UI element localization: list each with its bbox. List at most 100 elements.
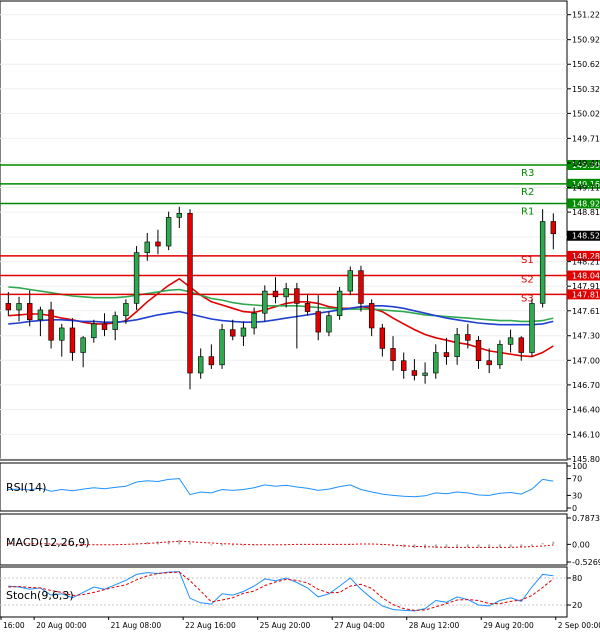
candle-body bbox=[59, 327, 65, 341]
support-name-label: S1 bbox=[521, 255, 534, 266]
y-tick-label: 151.225 bbox=[572, 11, 600, 20]
candle-body bbox=[219, 329, 225, 366]
y-tick-label: 150.620 bbox=[572, 60, 600, 69]
candle-body bbox=[304, 303, 311, 312]
candle-body bbox=[27, 303, 33, 321]
candle-body bbox=[294, 288, 300, 304]
stoch-y-tick-label: 80 bbox=[572, 574, 582, 583]
candle-body bbox=[272, 290, 279, 298]
candle-body bbox=[48, 309, 54, 341]
candle-body bbox=[101, 323, 108, 330]
candle-body bbox=[176, 213, 183, 218]
y-tick-label: 146.705 bbox=[572, 381, 600, 390]
y-tick-label: 150.320 bbox=[572, 85, 600, 94]
candle-body bbox=[230, 329, 236, 337]
x-tick-label: 2 Sep 00:00 bbox=[558, 621, 600, 630]
y-tick-label: 147.005 bbox=[572, 356, 600, 365]
candle-body bbox=[133, 252, 140, 304]
rsi-label: RSI(14) bbox=[6, 481, 46, 494]
candle-body bbox=[91, 323, 97, 339]
x-tick-label: 22 Aug 16:00 bbox=[185, 621, 236, 630]
rsi-y-tick-label: 70 bbox=[572, 475, 582, 484]
candle-body bbox=[37, 309, 44, 321]
candle-body bbox=[529, 303, 535, 353]
candle-body bbox=[401, 360, 407, 371]
y-tick-label: 150.020 bbox=[572, 109, 600, 118]
candle-body bbox=[443, 352, 450, 357]
y-tick-label: 149.115 bbox=[572, 184, 600, 193]
rsi-panel-frame bbox=[0, 462, 568, 512]
candle-body bbox=[283, 288, 289, 298]
candle-body bbox=[197, 356, 204, 374]
candle-body bbox=[539, 221, 546, 304]
candle-body bbox=[550, 221, 557, 235]
price-panel-frame bbox=[0, 0, 568, 461]
candle-body bbox=[187, 213, 193, 374]
y-tick-label: 148.210 bbox=[572, 258, 600, 267]
support-price-label: 147.810 bbox=[572, 290, 600, 299]
candle-body bbox=[358, 270, 364, 304]
y-tick-label: 146.405 bbox=[572, 405, 600, 414]
candle-body bbox=[465, 334, 471, 341]
candle-body bbox=[486, 360, 492, 366]
rsi-panel: 100 70 30 0 RSI(14) bbox=[0, 462, 587, 513]
y-tick-label: 149.715 bbox=[572, 134, 600, 143]
candle-body bbox=[390, 348, 396, 362]
candle-body bbox=[5, 303, 12, 311]
y-tick-label: 149.415 bbox=[572, 159, 600, 168]
x-tick-label: 20 Aug 00:00 bbox=[36, 621, 87, 630]
x-tick-label: 16:00 bbox=[3, 621, 25, 630]
macd-y-tick-label: 0.00 bbox=[572, 540, 590, 549]
macd-y-tick-label: 0.7873 bbox=[572, 514, 600, 523]
candle-body bbox=[475, 339, 482, 362]
candle-body bbox=[368, 303, 375, 329]
candle-body bbox=[262, 290, 268, 314]
forex-chart[interactable]: 149.390R3149.160R2148.920R1148.280S1148.… bbox=[0, 0, 600, 634]
rsi-y-tick-label: 100 bbox=[572, 462, 587, 471]
candle-body bbox=[507, 337, 514, 345]
candle-body bbox=[144, 241, 150, 253]
y-tick-label: 147.910 bbox=[572, 282, 600, 291]
candle-body bbox=[16, 303, 22, 311]
stoch-panel-frame bbox=[0, 566, 568, 618]
y-tick-label: 150.920 bbox=[572, 36, 600, 45]
x-tick-label: 29 Aug 20:00 bbox=[483, 621, 534, 630]
candle-body bbox=[326, 315, 332, 333]
current-price-label: 148.526 bbox=[572, 232, 600, 241]
stoch-label: Stoch(9,6,3) bbox=[6, 589, 74, 602]
candle-body bbox=[518, 337, 524, 353]
support-name-label: S2 bbox=[521, 275, 534, 286]
x-tick-label: 25 Aug 20:00 bbox=[260, 621, 311, 630]
macd-label: MACD(12,26,9) bbox=[6, 536, 90, 549]
macd-panel: 0.7873 0.00 -0.5269 MACD(12,26,9) bbox=[0, 513, 600, 567]
candle-body bbox=[454, 334, 460, 357]
candle-body bbox=[208, 356, 215, 366]
support-price-label: 148.040 bbox=[572, 272, 600, 281]
candle-body bbox=[165, 217, 172, 247]
time-axis: 16:00 20 Aug 00:00 21 Aug 08:00 22 Aug 16:0… bbox=[0, 617, 600, 630]
candle-body bbox=[80, 337, 86, 353]
candle-body bbox=[433, 352, 439, 374]
candle-body bbox=[336, 290, 343, 316]
candle-body bbox=[240, 327, 247, 337]
candle-body bbox=[379, 327, 386, 349]
x-tick-label: 28 Aug 12:00 bbox=[409, 621, 460, 630]
candle-body bbox=[315, 311, 321, 333]
candle-body bbox=[155, 241, 161, 247]
candle-body bbox=[422, 372, 428, 376]
y-tick-label: 147.610 bbox=[572, 307, 600, 316]
candle-body bbox=[347, 270, 353, 292]
macd-y-tick-label: -0.5269 bbox=[572, 558, 600, 567]
candle-body bbox=[69, 327, 76, 353]
candle-body bbox=[123, 303, 129, 316]
y-tick-label: 148.815 bbox=[572, 208, 600, 217]
stoch-panel: 80 20 Stoch(9,6,3) bbox=[0, 566, 582, 618]
candle-body bbox=[251, 312, 257, 329]
candle-body bbox=[411, 370, 418, 376]
resistance-name-label: R1 bbox=[521, 206, 534, 217]
rsi-y-tick-label: 0 bbox=[572, 504, 577, 513]
resistance-name-label: R3 bbox=[521, 168, 534, 179]
resistance-name-label: R2 bbox=[521, 187, 534, 198]
candle-body bbox=[112, 315, 118, 330]
x-tick-label: 27 Aug 04:00 bbox=[334, 621, 385, 630]
